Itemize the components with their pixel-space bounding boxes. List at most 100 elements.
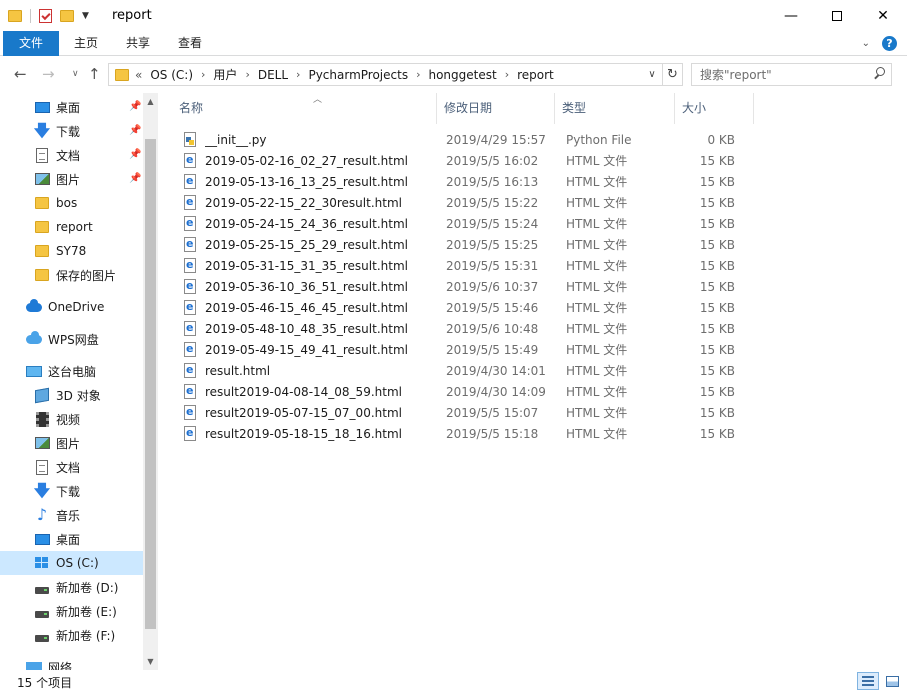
column-header-date-modified[interactable]: 修改日期 [436, 93, 554, 124]
nav-item-pictures[interactable]: 图片 [0, 431, 143, 455]
pin-icon: 📌 [129, 173, 142, 184]
nav-item-documents[interactable]: 文档 [0, 455, 143, 479]
breadcrumb-item[interactable]: honggetest [428, 68, 496, 82]
breadcrumb-chevron-icon[interactable]: › [416, 68, 420, 81]
tab-home[interactable]: 主页 [60, 31, 112, 56]
nav-item-sy78[interactable]: SY78 [0, 239, 143, 263]
file-row[interactable]: result2019-04-08-14_08_59.html 2019/4/30… [178, 381, 758, 402]
download-icon: 🡇 [33, 121, 51, 140]
file-row[interactable]: 2019-05-31-15_31_35_result.html 2019/5/5… [178, 255, 758, 276]
address-dropdown-chevron-icon[interactable]: ∨ [642, 69, 662, 80]
breadcrumb-chevron-icon[interactable]: › [201, 68, 205, 81]
forward-arrow-icon[interactable]: → [42, 65, 55, 83]
file-row[interactable]: 2019-05-49-15_49_41_result.html 2019/5/5… [178, 339, 758, 360]
file-row[interactable]: 2019-05-48-10_48_35_result.html 2019/5/6… [178, 318, 758, 339]
file-row[interactable]: 2019-05-25-15_25_29_result.html 2019/5/5… [178, 234, 758, 255]
file-row[interactable]: 2019-05-36-10_36_51_result.html 2019/5/6… [178, 276, 758, 297]
column-header-size[interactable]: 大小 [674, 93, 754, 124]
file-type: HTML 文件 [566, 343, 628, 357]
nav-item-pictures-pinned[interactable]: 图片 📌 [0, 167, 143, 191]
file-row[interactable]: 2019-05-22-15_22_30result.html 2019/5/5 … [178, 192, 758, 213]
nav-item-drive-e[interactable]: 新加卷 (E:) [0, 599, 143, 623]
tab-file[interactable]: 文件 [3, 31, 59, 56]
nav-item-saved-pictures[interactable]: 保存的图片 [0, 263, 143, 287]
expand-ribbon-chevron-icon[interactable]: ⌄ [862, 38, 870, 49]
nav-item-network[interactable]: 网络 [0, 655, 143, 670]
file-name: result.html [205, 363, 271, 378]
search-box[interactable] [691, 63, 892, 86]
file-type: HTML 文件 [566, 154, 628, 168]
file-type: HTML 文件 [566, 301, 628, 315]
navigation-pane-scrollbar[interactable]: ▲ ▼ [143, 93, 158, 670]
nav-item-report[interactable]: report [0, 215, 143, 239]
breadcrumb-item[interactable]: OS (C:) [150, 68, 193, 82]
tab-view[interactable]: 查看 [164, 31, 216, 56]
breadcrumb-item[interactable]: 用户 [213, 66, 237, 83]
column-header-name[interactable]: ︿ 名称 [172, 93, 436, 124]
recent-locations-chevron-icon[interactable]: ∨ [72, 69, 79, 79]
nav-item-videos[interactable]: 视频 [0, 407, 143, 431]
nav-item-desktop[interactable]: 桌面 [0, 527, 143, 551]
nav-item-drive-d[interactable]: 新加卷 (D:) [0, 575, 143, 599]
nav-item-music[interactable]: ♪ 音乐 [0, 503, 143, 527]
breadcrumb-overflow[interactable]: « [135, 68, 142, 82]
nav-item-drive-f[interactable]: 新加卷 (F:) [0, 623, 143, 647]
nav-item-onedrive[interactable]: OneDrive [0, 295, 143, 319]
column-header-label: 修改日期 [444, 101, 493, 115]
html-file-icon [182, 194, 198, 211]
column-header-type[interactable]: 类型 [554, 93, 674, 124]
search-input[interactable] [692, 64, 862, 85]
breadcrumb-item[interactable]: report [517, 68, 554, 82]
close-button[interactable]: ✕ [860, 0, 906, 31]
breadcrumb-chevron-icon[interactable]: › [505, 68, 509, 81]
nav-item-downloads[interactable]: 🡇 下载 [0, 479, 143, 503]
file-row[interactable]: 2019-05-13-16_13_25_result.html 2019/5/5… [178, 171, 758, 192]
python-file-icon [182, 131, 198, 148]
large-icons-view-button[interactable] [881, 672, 903, 690]
properties-icon[interactable] [39, 9, 52, 23]
address-bar[interactable]: « OS (C:) › 用户 › DELL › PycharmProjects … [108, 63, 683, 86]
nav-item-this-pc[interactable]: 这台电脑 [0, 359, 143, 383]
details-view-button[interactable] [857, 672, 879, 690]
nav-item-bos[interactable]: bos [0, 191, 143, 215]
tab-share[interactable]: 共享 [112, 31, 164, 56]
file-row[interactable]: result2019-05-07-15_07_00.html 2019/5/5 … [178, 402, 758, 423]
file-date: 2019/5/6 10:37 [446, 279, 539, 294]
network-icon [26, 659, 42, 670]
file-row[interactable]: result2019-05-18-15_18_16.html 2019/5/5 … [178, 423, 758, 444]
file-type: HTML 文件 [566, 406, 628, 420]
nav-item-wps-cloud[interactable]: WPS网盘 [0, 327, 143, 351]
music-icon: ♪ [36, 505, 48, 524]
nav-item-label: report [56, 220, 93, 234]
refresh-icon[interactable]: ↻ [662, 64, 682, 85]
nav-item-3d-objects[interactable]: 3D 对象 [0, 383, 143, 407]
scroll-up-arrow-icon[interactable]: ▲ [143, 93, 158, 110]
up-arrow-icon[interactable]: ↑ [88, 65, 101, 83]
maximize-button[interactable] [814, 0, 860, 31]
nav-item-desktop-pinned[interactable]: 桌面 📌 [0, 95, 143, 119]
back-arrow-icon[interactable]: ← [14, 65, 27, 83]
file-row[interactable]: 2019-05-46-15_46_45_result.html 2019/5/5… [178, 297, 758, 318]
nav-item-os-c[interactable]: OS (C:) [0, 551, 143, 575]
breadcrumb-item[interactable]: PycharmProjects [308, 68, 408, 82]
file-name: result2019-05-07-15_07_00.html [205, 405, 402, 420]
scrollbar-thumb[interactable] [145, 139, 156, 629]
nav-item-documents-pinned[interactable]: 文档 📌 [0, 143, 143, 167]
new-folder-icon[interactable] [60, 10, 74, 22]
html-file-icon [182, 320, 198, 337]
search-icon[interactable] [873, 67, 885, 81]
file-row[interactable]: result.html 2019/4/30 14:01 HTML 文件 15 K… [178, 360, 758, 381]
file-size: 15 KB [699, 237, 735, 252]
file-row[interactable]: 2019-05-24-15_24_36_result.html 2019/5/5… [178, 213, 758, 234]
breadcrumb-item[interactable]: DELL [258, 68, 288, 82]
nav-item-downloads-pinned[interactable]: 🡇 下载 📌 [0, 119, 143, 143]
breadcrumb-chevron-icon[interactable]: › [296, 68, 300, 81]
breadcrumb-chevron-icon[interactable]: › [245, 68, 249, 81]
nav-item-label: 音乐 [56, 508, 81, 523]
file-row[interactable]: __init__.py 2019/4/29 15:57 Python File … [178, 129, 758, 150]
scroll-down-arrow-icon[interactable]: ▼ [143, 653, 158, 670]
file-row[interactable]: 2019-05-02-16_02_27_result.html 2019/5/5… [178, 150, 758, 171]
help-icon[interactable]: ? [882, 36, 897, 51]
customize-toolbar-chevron-icon[interactable]: ▼ [82, 11, 89, 21]
minimize-button[interactable]: — [768, 0, 814, 31]
